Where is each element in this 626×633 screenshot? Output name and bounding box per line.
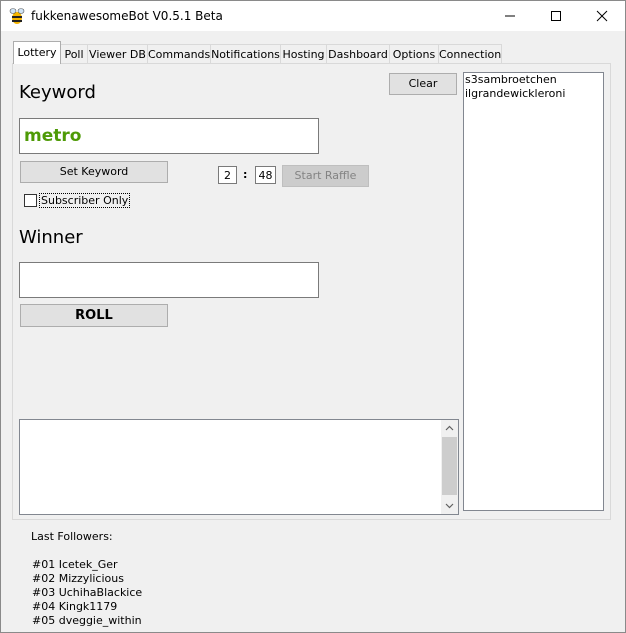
scroll-up-icon[interactable] xyxy=(445,425,454,431)
tab-notifications[interactable]: Notifications xyxy=(210,44,281,64)
list-item[interactable]: s3sambroetchen xyxy=(464,73,603,87)
winner-heading: Winner xyxy=(19,227,83,248)
start-raffle-button[interactable]: Start Raffle xyxy=(282,165,369,187)
keyword-input[interactable]: metro xyxy=(19,118,319,154)
tab-hosting[interactable]: Hosting xyxy=(280,44,327,64)
scroll-thumb[interactable] xyxy=(442,437,457,495)
tab-options[interactable]: Options xyxy=(389,44,439,64)
minutes-field[interactable]: 2 xyxy=(218,166,237,184)
follower-item: #01 Icetek_Ger xyxy=(32,558,118,571)
lottery-panel: Keyword metro Set Keyword Subscriber Onl… xyxy=(12,63,611,520)
time-colon: : xyxy=(243,168,248,181)
follower-item: #05 dveggie_within xyxy=(32,614,142,627)
tab-viewer-db[interactable]: Viewer DB xyxy=(87,44,148,64)
bee-app-icon xyxy=(9,8,25,24)
subscriber-only-label[interactable]: Subscriber Only xyxy=(39,193,131,208)
app-window: fukkenawesomeBot V0.5.1 Beta Lottery Pol… xyxy=(0,0,626,633)
log-scrollbar[interactable] xyxy=(441,420,458,514)
title-bar: fukkenawesomeBot V0.5.1 Beta xyxy=(1,1,625,31)
close-button[interactable] xyxy=(579,1,625,31)
minimize-button[interactable] xyxy=(487,1,533,31)
tab-commands[interactable]: Commands xyxy=(147,44,211,64)
window-title: fukkenawesomeBot V0.5.1 Beta xyxy=(31,9,223,23)
keyword-value: metro xyxy=(24,126,82,146)
tab-connection[interactable]: Connection xyxy=(438,44,502,64)
clear-button[interactable]: Clear xyxy=(389,73,457,95)
tab-lottery[interactable]: Lottery xyxy=(13,41,61,64)
winner-field[interactable] xyxy=(19,262,319,298)
roll-button[interactable]: ROLL xyxy=(20,304,168,327)
follower-item: #03 UchihaBlackice xyxy=(32,586,143,599)
list-item[interactable]: ilgrandewickleroni xyxy=(464,87,603,101)
tab-poll[interactable]: Poll xyxy=(60,44,88,64)
maximize-icon xyxy=(551,11,561,21)
seconds-field[interactable]: 48 xyxy=(255,166,276,184)
subscriber-only-checkbox[interactable] xyxy=(24,194,37,207)
log-textbox[interactable] xyxy=(19,419,459,515)
keyword-heading: Keyword xyxy=(19,82,96,103)
follower-item: #04 Kingk1179 xyxy=(32,600,118,613)
close-icon xyxy=(596,10,608,22)
followers-header: Last Followers: xyxy=(31,530,113,543)
maximize-button[interactable] xyxy=(533,1,579,31)
entrants-list[interactable]: s3sambroetchen ilgrandewickleroni xyxy=(463,72,604,511)
scroll-down-icon[interactable] xyxy=(445,503,454,509)
follower-item: #02 Mizzylicious xyxy=(32,572,124,585)
set-keyword-button[interactable]: Set Keyword xyxy=(20,161,168,183)
minimize-icon xyxy=(505,15,515,17)
tab-dashboard[interactable]: Dashboard xyxy=(326,44,390,64)
